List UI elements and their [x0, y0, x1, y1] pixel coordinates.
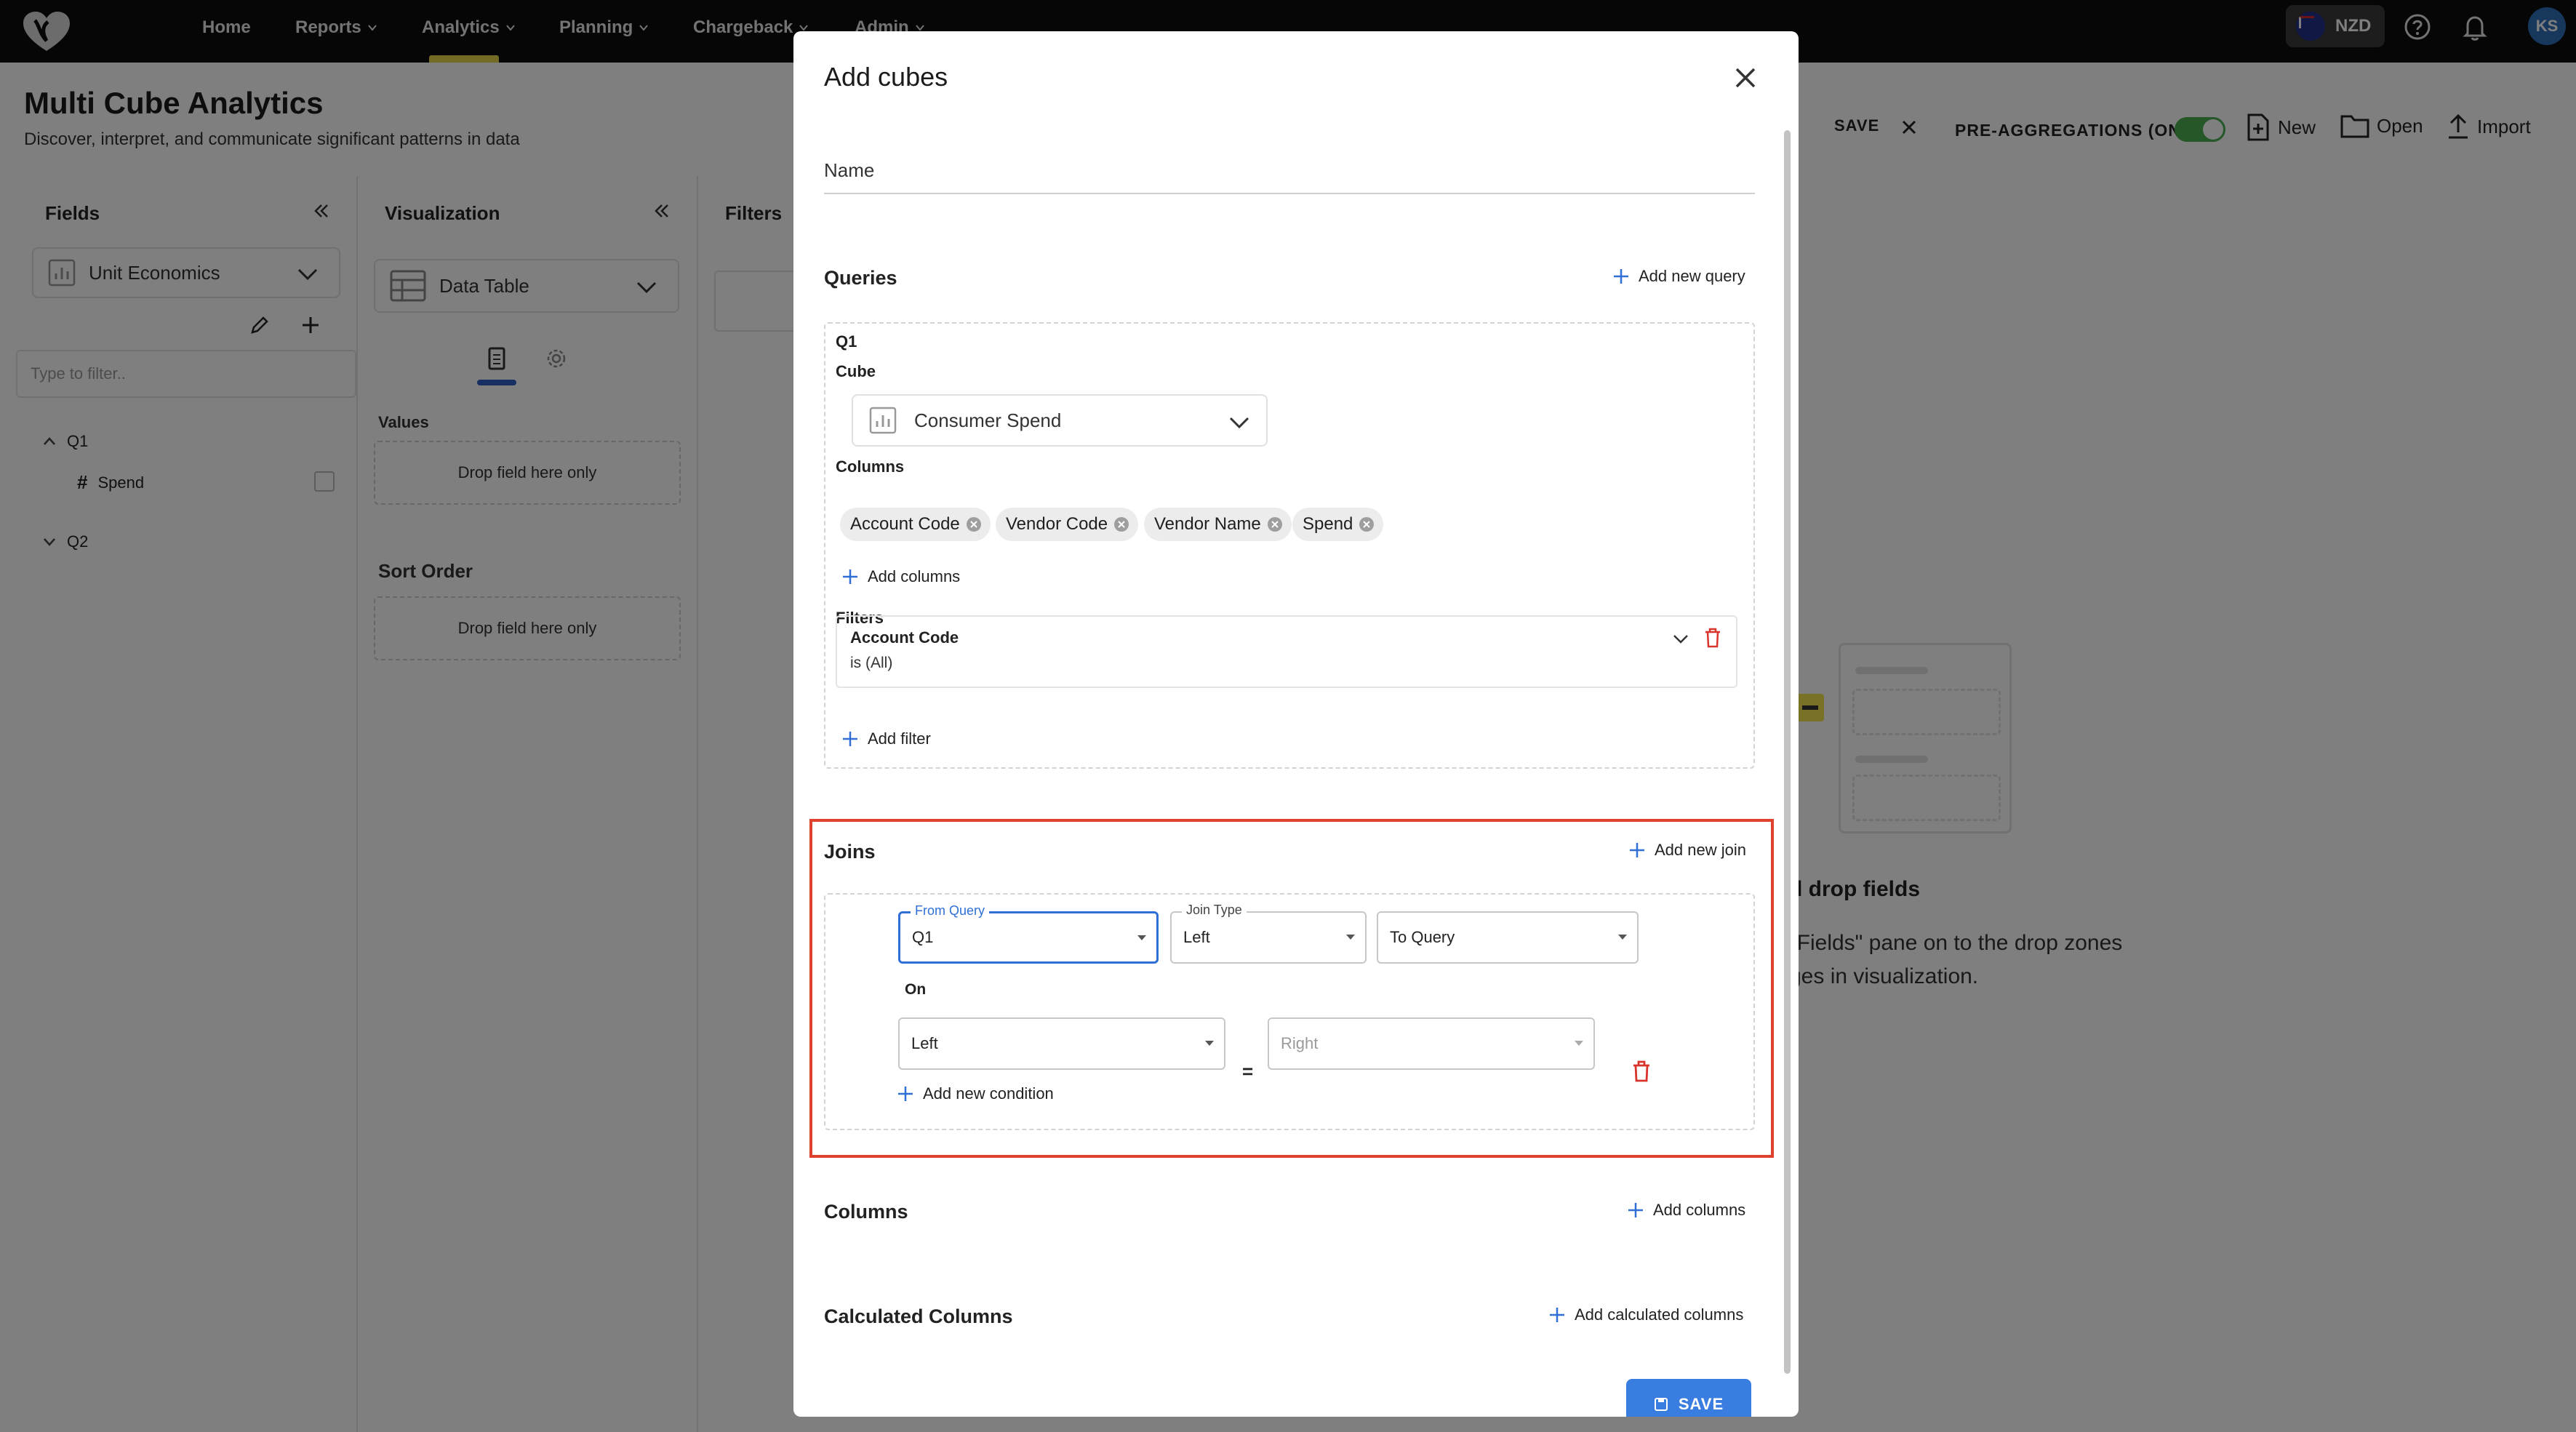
queries-section-title: Queries	[824, 267, 897, 289]
column-chip-account-code[interactable]: Account Code	[840, 508, 991, 541]
from-query-value: Q1	[912, 928, 934, 946]
query-name: Q1	[836, 332, 857, 351]
column-chip-label: Vendor Code	[1006, 514, 1108, 534]
add-filter-button[interactable]: Add filter	[841, 729, 931, 748]
on-label: On	[905, 981, 927, 998]
dropdown-arrow-icon	[1205, 1041, 1214, 1046]
add-new-condition-button[interactable]: Add new condition	[897, 1084, 1054, 1103]
dropdown-arrow-icon	[1137, 935, 1146, 940]
join-left-field-select[interactable]: Left	[898, 1017, 1225, 1070]
join-right-field-select[interactable]: Right	[1268, 1017, 1595, 1070]
query-cube-select[interactable]: Consumer Spend	[852, 394, 1268, 447]
delete-trash-icon[interactable]	[1703, 627, 1723, 649]
add-calculated-columns-label: Add calculated columns	[1575, 1305, 1744, 1324]
join-type-select[interactable]: Join Type Left	[1170, 903, 1367, 964]
save-floppy-icon	[1654, 1398, 1668, 1411]
add-cubes-modal: Add cubes Name Queries Add new query Q1 …	[793, 31, 1799, 1417]
dropdown-arrow-icon	[1346, 935, 1355, 940]
add-columns-button[interactable]: Add columns	[841, 567, 960, 586]
query-card	[824, 322, 1755, 769]
column-chip-vendor-code[interactable]: Vendor Code	[996, 508, 1139, 541]
columns-section-title: Columns	[824, 1201, 908, 1223]
name-field-label: Name	[824, 159, 875, 181]
modal-save-label: SAVE	[1678, 1395, 1724, 1413]
add-new-query-button[interactable]: Add new query	[1612, 267, 1745, 286]
column-chip-label: Spend	[1303, 514, 1353, 534]
add-calculated-columns-button[interactable]: Add calculated columns	[1548, 1305, 1743, 1324]
calculated-columns-section-title: Calculated Columns	[824, 1305, 1013, 1327]
join-right-value: Right	[1281, 1034, 1319, 1052]
add-filter-label: Add filter	[868, 729, 931, 748]
to-query-select[interactable]: To Query	[1377, 911, 1639, 964]
remove-chip-icon[interactable]	[1113, 516, 1129, 532]
filter-field-name: Account Code	[850, 628, 959, 647]
chevron-down-icon	[1229, 417, 1249, 429]
add-columns-section-label: Add columns	[1653, 1201, 1746, 1219]
cube-label: Cube	[836, 362, 876, 380]
modal-scrollbar[interactable]	[1784, 130, 1791, 1374]
close-icon[interactable]	[1732, 65, 1759, 91]
query-cube-value: Consumer Spend	[914, 409, 1062, 431]
remove-chip-icon[interactable]	[1267, 516, 1283, 532]
plus-icon	[843, 732, 857, 746]
query-filter-card[interactable]: Account Code is (All)	[836, 615, 1737, 688]
add-new-condition-label: Add new condition	[923, 1084, 1054, 1103]
add-new-query-label: Add new query	[1639, 267, 1745, 285]
column-chip-spend[interactable]: Spend	[1292, 508, 1384, 541]
plus-icon	[843, 569, 857, 584]
chevron-down-icon[interactable]	[1671, 628, 1691, 649]
plus-icon	[1628, 1203, 1643, 1217]
modal-title: Add cubes	[824, 62, 948, 92]
add-new-join-label: Add new join	[1655, 841, 1746, 859]
dropdown-arrow-icon	[1618, 935, 1627, 940]
from-query-label: From Query	[911, 903, 990, 919]
column-chip-label: Account Code	[850, 514, 960, 534]
from-query-select[interactable]: From Query Q1	[898, 903, 1159, 964]
column-chip-label: Vendor Name	[1154, 514, 1261, 534]
plus-icon	[1550, 1308, 1564, 1322]
add-columns-label: Add columns	[868, 567, 961, 585]
delete-trash-icon[interactable]	[1631, 1060, 1652, 1083]
join-type-label: Join Type	[1182, 903, 1247, 918]
name-field[interactable]	[824, 193, 1755, 194]
filter-condition: is (All)	[850, 655, 893, 671]
remove-chip-icon[interactable]	[966, 516, 982, 532]
plus-icon	[1614, 269, 1628, 284]
chart-icon	[869, 407, 897, 434]
columns-label: Columns	[836, 457, 905, 476]
modal-save-button[interactable]: SAVE	[1626, 1379, 1751, 1417]
add-new-join-button[interactable]: Add new join	[1628, 841, 1746, 860]
joins-section-title: Joins	[824, 841, 876, 863]
join-left-value: Left	[911, 1034, 938, 1052]
to-query-value: To Query	[1390, 928, 1455, 946]
plus-icon	[898, 1087, 913, 1101]
column-chip-vendor-name[interactable]: Vendor Name	[1144, 508, 1292, 541]
remove-chip-icon[interactable]	[1359, 516, 1375, 532]
dropdown-arrow-icon	[1575, 1041, 1583, 1046]
add-columns-section-button[interactable]: Add columns	[1627, 1201, 1745, 1220]
equals-sign: =	[1242, 1060, 1254, 1082]
plus-icon	[1630, 843, 1644, 857]
join-type-value: Left	[1183, 928, 1210, 946]
